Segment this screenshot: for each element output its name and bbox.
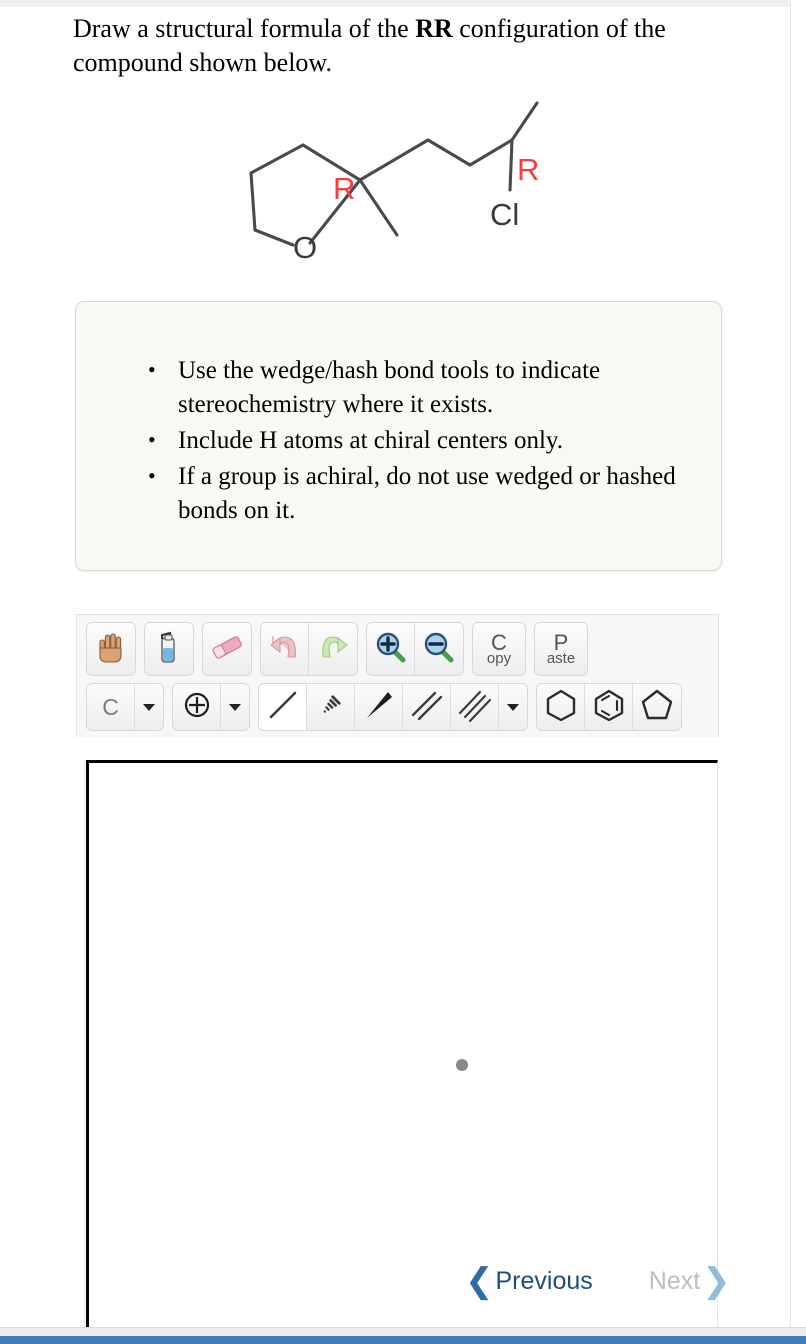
question-page: Draw a structural formula of the RR conf… [0,0,806,1344]
clean-tool[interactable] [145,623,193,675]
pan-group [86,622,136,676]
eraser-icon [210,633,244,666]
benzene-ring-icon [593,688,625,727]
bond-group [258,683,528,731]
prompt-emphasis: RR [415,14,453,43]
chevron-down-icon [507,703,519,711]
atom-placement-dot[interactable] [456,1059,468,1071]
paste-tool[interactable]: P aste [535,623,587,675]
double-bond-icon [410,688,444,727]
element-dropdown-button[interactable] [135,684,163,730]
cyclohexane-template[interactable] [537,684,585,730]
copy-label: opy [486,650,512,667]
charge-tool[interactable] [173,684,221,730]
magnifier-plus-icon [375,631,407,668]
zoom-group [366,622,464,676]
stereo-label-ring: R [333,171,355,206]
previous-label: Previous [495,1266,593,1295]
paste-label: aste [546,650,576,667]
paste-group: P aste [534,622,588,676]
page-title: Draw a structural formula of the RR conf… [73,12,733,80]
triple-bond-tool[interactable] [451,684,499,730]
pan-tool[interactable] [87,623,135,675]
vertical-scrollbar[interactable] [790,0,806,1330]
oxygen-label: O [293,230,317,265]
pentagon-icon [641,688,673,727]
chevron-down-icon [143,703,155,711]
navigation-bar: ❮ Previous Next ❯ [465,1258,755,1304]
hash-bond-icon [314,688,348,727]
redo-tool[interactable] [309,623,357,675]
copy-group: C opy [472,622,526,676]
cyclopentane-template[interactable] [633,684,681,730]
spray-bottle-icon [156,630,182,669]
prompt-text-before: Draw a structural formula of the [73,14,416,43]
toolbar-row-drawing: C [77,683,718,737]
triple-bond-icon [458,688,492,727]
circle-plus-icon [183,691,211,724]
magnifier-minus-icon [423,631,455,668]
instructions-box: Use the wedge/hash bond tools to indicat… [75,301,722,571]
charge-group [172,683,250,731]
stereo-label-chain: R [517,152,539,187]
chevron-down-icon [229,703,241,711]
hash-bond-tool[interactable] [307,684,355,730]
eraser-group [202,622,252,676]
wedge-bond-tool[interactable] [355,684,403,730]
double-bond-tool[interactable] [403,684,451,730]
chlorine-label: Cl [490,197,519,232]
next-button[interactable]: Next ❯ [649,1264,731,1298]
next-label: Next [648,1266,701,1295]
undo-redo-group [260,622,358,676]
molecule-editor-toolbar: C opy P aste C [76,614,719,737]
compound-structure-figure: R O R Cl [225,95,545,270]
clean-group [144,622,194,676]
chevron-left-icon: ❮ [465,1262,494,1300]
redo-arrow-icon [316,632,350,667]
template-group [536,683,682,731]
hexagon-icon [545,688,577,727]
undo-tool[interactable] [261,623,309,675]
copy-tool[interactable]: C opy [473,623,525,675]
undo-arrow-icon [268,632,302,667]
benzene-template[interactable] [585,684,633,730]
single-bond-icon [266,688,300,727]
instructions-list: Use the wedge/hash bond tools to indicat… [148,353,678,528]
zoom-out-tool[interactable] [415,623,463,675]
single-bond-tool[interactable] [259,684,307,730]
element-carbon-button[interactable]: C [87,684,135,730]
canvas-left-rule [84,760,85,1340]
drawing-canvas[interactable] [86,760,718,1340]
chevron-right-icon: ❯ [702,1262,731,1300]
list-item: Use the wedge/hash bond tools to indicat… [148,353,678,422]
footer-bar [0,1327,806,1336]
bond-dropdown-button[interactable] [499,684,527,730]
footer-accent-bar [0,1336,806,1344]
zoom-in-tool[interactable] [367,623,415,675]
element-group: C [86,683,164,731]
charge-dropdown-button[interactable] [221,684,249,730]
previous-button[interactable]: ❮ Previous [465,1264,593,1298]
eraser-tool[interactable] [203,623,251,675]
wedge-bond-icon [362,688,396,727]
hand-icon [96,631,126,668]
toolbar-row-actions: C opy P aste [77,615,718,683]
top-strip [0,0,806,7]
element-label: C [102,693,119,720]
list-item: Include H atoms at chiral centers only. [148,423,678,458]
list-item: If a group is achiral, do not use wedged… [148,459,678,528]
